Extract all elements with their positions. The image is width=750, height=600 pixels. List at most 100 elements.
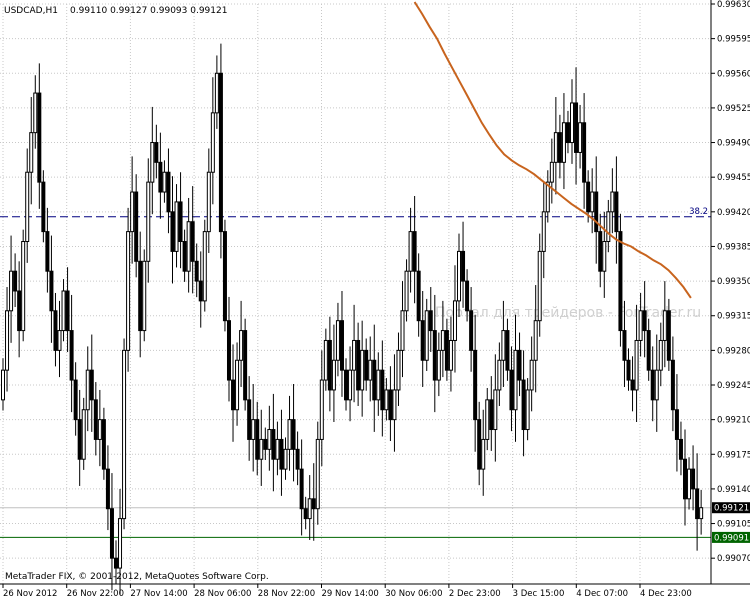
candle-body xyxy=(33,92,38,134)
candle-body xyxy=(45,231,50,272)
price-tick-label: 0.99210 xyxy=(717,416,750,426)
candle-body xyxy=(154,142,159,163)
candle-body xyxy=(356,339,361,391)
candle-body xyxy=(89,369,94,401)
candle-body xyxy=(295,448,300,470)
time-tick-label: 27 Nov 14:00 xyxy=(130,589,187,599)
candle-body xyxy=(105,468,110,510)
candle-body xyxy=(574,102,579,153)
candle-body xyxy=(594,191,599,233)
candle-body xyxy=(614,191,619,233)
candle-body xyxy=(93,399,98,440)
candle-body xyxy=(307,498,312,520)
candle-body xyxy=(598,231,603,272)
candle-body xyxy=(622,330,627,361)
fib-38-label: 38.2 xyxy=(689,207,708,217)
candle-body xyxy=(239,330,244,361)
candle-body xyxy=(465,280,470,312)
candle-body xyxy=(73,379,78,421)
candle-body xyxy=(339,320,344,371)
candle-body xyxy=(388,389,393,421)
candle-body xyxy=(529,359,534,391)
candle-body xyxy=(138,260,143,332)
candle-body xyxy=(174,201,179,252)
candle-body xyxy=(432,330,437,381)
price-tick-label: 0.99385 xyxy=(717,242,750,252)
candle-body xyxy=(279,438,284,470)
time-tick-label: 28 Nov 22:00 xyxy=(258,589,315,599)
candle-body xyxy=(247,399,252,440)
candle-body xyxy=(683,458,687,500)
candle-body xyxy=(489,399,494,431)
candle-body xyxy=(695,488,700,520)
candle-body xyxy=(497,359,502,391)
candle-body xyxy=(283,448,288,470)
candle-body xyxy=(198,280,203,302)
candle-body xyxy=(509,369,514,411)
candle-body xyxy=(255,419,260,460)
candle-body xyxy=(658,339,663,371)
candle-body xyxy=(553,132,558,163)
candle-body xyxy=(352,339,357,371)
candle-body xyxy=(448,339,453,371)
candle-body xyxy=(202,231,207,302)
candle-body xyxy=(243,330,248,401)
copyright-text: MetaTrader FIX, © 2001-2012, MetaQuotes … xyxy=(5,572,269,582)
candle-body xyxy=(170,211,175,252)
time-tick-label: 29 Nov 14:00 xyxy=(322,589,379,599)
candle-body xyxy=(315,438,320,510)
candle-body xyxy=(541,211,546,252)
time-tick-label: 26 Nov 22:00 xyxy=(67,589,124,599)
candle-body xyxy=(436,349,441,381)
time-tick-label: 4 Dec 23:00 xyxy=(640,589,692,599)
candle-body xyxy=(493,389,498,431)
candle-body xyxy=(344,369,349,401)
candle-body xyxy=(473,349,478,421)
price-chart[interactable]: 38.2 Портал для трейдеров - ForTrader.ru… xyxy=(0,0,750,600)
bid-price-tag-text: 0.99121 xyxy=(714,504,749,514)
candle-body xyxy=(420,320,425,361)
candle-body xyxy=(376,369,381,401)
candle-body xyxy=(69,330,74,381)
candle xyxy=(21,229,26,342)
candle-body xyxy=(537,250,542,322)
candle-body xyxy=(267,429,272,450)
price-tick-label: 0.99630 xyxy=(717,0,750,10)
price-tick-label: 0.99350 xyxy=(717,277,750,287)
candle-body xyxy=(557,132,562,163)
price-tick-label: 0.99245 xyxy=(717,381,750,391)
candle-body xyxy=(162,171,167,193)
candle-body xyxy=(218,72,223,233)
candle-body xyxy=(368,359,373,381)
candle-body xyxy=(549,161,554,183)
time-tick-label: 2 Dec 23:00 xyxy=(449,589,501,599)
candle-body xyxy=(618,231,623,332)
candle-body xyxy=(235,359,240,411)
candle-body xyxy=(118,518,123,569)
candle-body xyxy=(13,270,18,292)
time-tick-label: 26 Nov 2012 xyxy=(3,589,57,599)
candle-body xyxy=(194,260,199,282)
candle-body xyxy=(126,231,131,351)
candle-body xyxy=(469,310,474,351)
candle-body xyxy=(190,221,195,262)
candle-body xyxy=(666,310,671,361)
candle-body xyxy=(570,102,575,144)
candle-body xyxy=(505,330,510,371)
candle-body xyxy=(275,438,280,460)
candle-body xyxy=(561,122,566,163)
candle-body xyxy=(457,250,462,302)
candle-body xyxy=(452,300,457,341)
candle-body xyxy=(590,191,595,213)
candle-body xyxy=(408,231,413,272)
candle-body xyxy=(360,349,365,391)
candle-body xyxy=(182,241,187,272)
price-tick-label: 0.99105 xyxy=(717,520,750,530)
candle-body xyxy=(214,72,219,114)
candle-body xyxy=(578,122,583,153)
candle-body xyxy=(323,339,328,381)
candle xyxy=(122,338,127,530)
price-tick-label: 0.99280 xyxy=(717,346,750,356)
candle-body xyxy=(424,310,429,361)
candle xyxy=(243,318,248,411)
